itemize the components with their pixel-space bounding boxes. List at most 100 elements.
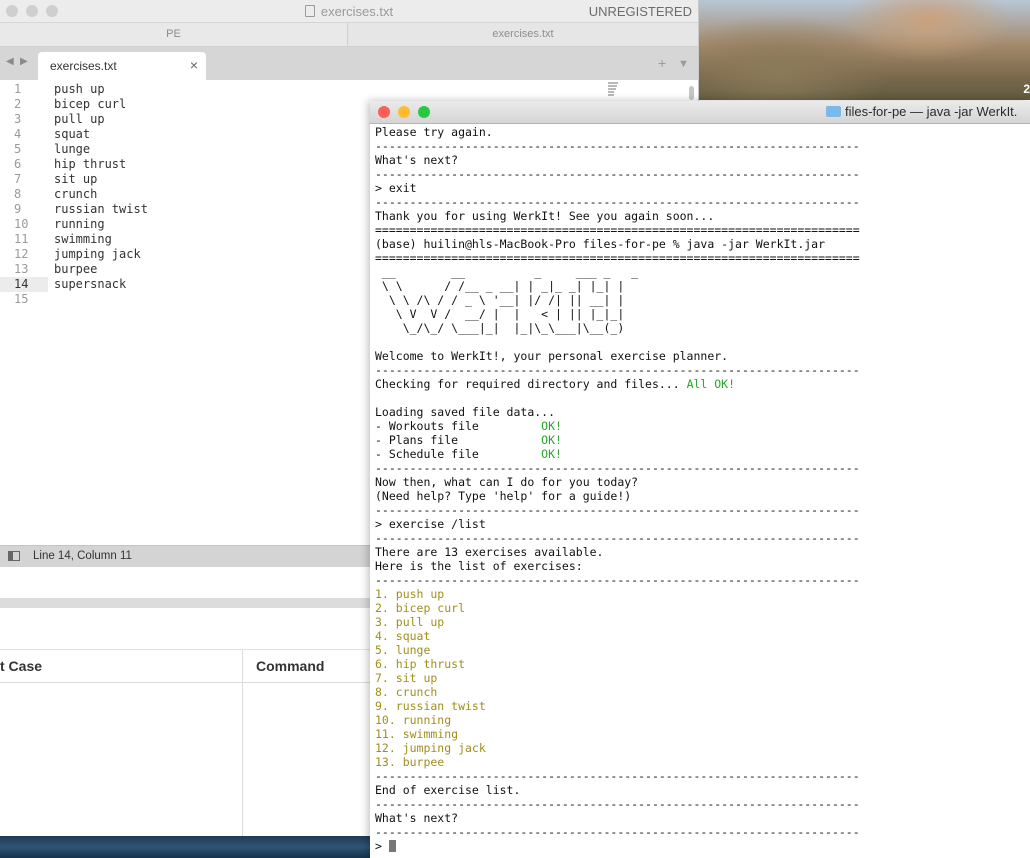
code-line[interactable]: burpee [54,262,148,277]
project-group-bar: PE exercises.txt [0,23,698,47]
nav-back-icon[interactable]: ◀ [6,56,14,67]
line-number: 5 [14,142,22,156]
exercise-list-item: 10. running [375,713,452,727]
terminal-window: files-for-pe — java -jar WerkIt. Please … [370,101,1030,858]
close-tab-icon[interactable]: × [190,57,198,73]
line-number: 9 [14,202,22,216]
terminal-line: __ __ _ ___ _ _ [375,265,646,279]
ok-status: OK! [541,447,562,461]
divider-band [0,598,370,608]
code-line[interactable]: jumping jack [54,247,148,262]
terminal-line: ----------------------------------------… [375,825,860,839]
terminal-line: End of exercise list. [375,783,521,797]
ok-status: OK! [541,419,562,433]
exercise-list-item: 8. crunch [375,685,438,699]
line-number: 1 [14,82,22,96]
terminal-line: ----------------------------------------… [375,363,860,377]
code-line[interactable] [54,292,148,307]
line-number: 7 [14,172,22,186]
tab-label: exercises.txt [50,59,117,73]
tab-menu-icon[interactable]: ▼ [678,58,689,70]
terminal-line: \ \ /\ / / _ \ '__| |/ /| || __| | [375,293,625,307]
group-tab-exercises[interactable]: exercises.txt [348,23,698,46]
terminal-line: ----------------------------------------… [375,461,860,475]
exercise-list-item: 3. pull up [375,615,445,629]
ok-status: All OK! [686,377,736,391]
sublime-titlebar: exercises.txt UNREGISTERED [0,0,698,23]
terminal-line: - Workouts file OK! [375,419,562,433]
terminal-line: ----------------------------------------… [375,769,860,783]
group-tab-pe[interactable]: PE [0,23,348,46]
line-number: 11 [14,232,29,246]
table-header: t Case Command [0,649,370,683]
terminal-line: \ \ / /__ _ __| | _|_ _| |_| | [375,279,625,293]
terminal-line: (base) huilin@hls-MacBook-Pro files-for-… [375,237,826,251]
ok-status: OK! [541,433,562,447]
line-number: 4 [14,127,22,141]
terminal-line: (Need help? Type 'help' for a guide!) [375,489,632,503]
vertical-scrollbar[interactable] [689,86,694,100]
exercise-list-item: 9. russian twist [375,699,486,713]
line-number: 12 [14,247,29,261]
code-line[interactable]: russian twist [54,202,148,217]
exercise-list-item: 4. squat [375,629,431,643]
code-line[interactable]: push up [54,82,148,97]
code-line[interactable]: pull up [54,112,148,127]
terminal-line: Please try again. [375,125,493,139]
terminal-line: > [375,839,1030,853]
code-line[interactable]: sit up [54,172,148,187]
terminal-line: > exit [375,181,417,195]
terminal-output[interactable]: Please try again. -----------------------… [375,125,1030,853]
code-line[interactable]: squat [54,127,148,142]
terminal-line: What's next? [375,811,459,825]
line-number: 14 [0,277,48,292]
tab-exercises-txt[interactable]: exercises.txt × [38,52,206,80]
tab-bar: exercises.txt × [0,47,698,80]
exercise-list-item: 11. swimming [375,727,459,741]
terminal-zoom-button[interactable] [418,106,430,118]
terminal-line: ----------------------------------------… [375,531,860,545]
terminal-line: Checking for required directory and file… [375,377,736,391]
exercise-list-item: 13. burpee [375,755,445,769]
code-line[interactable]: hip thrust [54,157,148,172]
minimap[interactable] [608,82,622,97]
line-number: 3 [14,112,22,126]
terminal-line: Thank you for using WerkIt! See you agai… [375,209,715,223]
nav-forward-icon[interactable]: ▶ [20,56,28,67]
terminal-close-button[interactable] [378,106,390,118]
line-number: 2 [14,97,22,111]
terminal-line: ========================================… [375,223,860,237]
terminal-line: There are 13 exercises available. [375,545,604,559]
column-command: Command [256,658,325,674]
code-line[interactable]: swimming [54,232,148,247]
terminal-line: ----------------------------------------… [375,139,860,153]
terminal-line: ----------------------------------------… [375,797,860,811]
code-line[interactable]: crunch [54,187,148,202]
terminal-title: files-for-pe — java -jar WerkIt. [826,104,1017,119]
code-line[interactable]: running [54,217,148,232]
terminal-line: Welcome to WerkIt!, your personal exerci… [375,349,729,363]
code-line[interactable]: bicep curl [54,97,148,112]
exercise-list-item: 5. lunge [375,643,431,657]
terminal-titlebar: files-for-pe — java -jar WerkIt. [370,101,1030,124]
new-tab-icon[interactable]: + [658,55,666,71]
terminal-line: What's next? [375,153,459,167]
menubar-clock-fragment: 2 [1023,82,1030,96]
column-test-case: t Case [0,658,43,674]
background-document: t Case Command [0,567,370,837]
line-number: 8 [14,187,22,201]
desktop-wallpaper: 2 [698,0,1030,100]
code-text[interactable]: push up bicep curl pull up squat lunge hip th… [54,82,148,307]
terminal-line: ----------------------------------------… [375,167,860,181]
terminal-minimize-button[interactable] [398,106,410,118]
table-divider [242,649,243,837]
line-number: 6 [14,157,22,171]
sidebar-toggle-icon[interactable] [8,551,20,561]
line-number: 10 [14,217,29,231]
terminal-line: \_/\_/ \___|_| |_|\_\___|\__(_) [375,321,625,335]
desktop-wallpaper-sea [0,836,380,858]
code-line[interactable]: supersnack [54,277,148,292]
code-line[interactable]: lunge [54,142,148,157]
line-number: 15 [14,292,29,306]
